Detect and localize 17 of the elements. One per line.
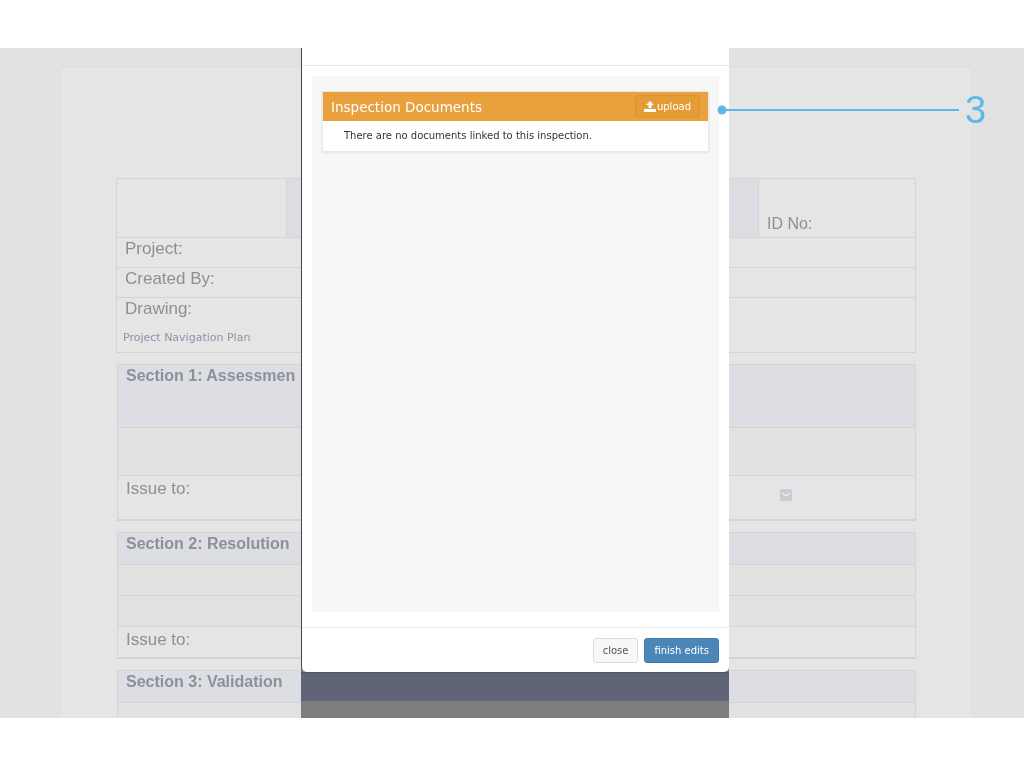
field-label: Issue to: [126,479,191,500]
panel-title: Inspection Documents [331,98,482,115]
field-label: Project: [125,239,183,258]
section-title: Section 2: Resolution [126,535,290,552]
upload-button[interactable]: upload [634,95,700,118]
callout-number: 3 [965,88,987,132]
close-button[interactable]: close [592,638,639,663]
field-value: Project Navigation Plan [123,331,252,344]
section-title: Section 1: Assessmen [126,367,296,384]
field-label: Issue to: [126,630,191,651]
empty-message: There are no documents linked to this inspection. [343,129,593,143]
field-label: Drawing: [125,299,194,319]
finish-button[interactable]: finish edits [644,638,719,663]
field-label: ID No: [767,215,813,233]
upload-icon [643,101,656,112]
section-title: Section 3: Validation [126,673,283,690]
field-label: Created By: [125,269,215,288]
